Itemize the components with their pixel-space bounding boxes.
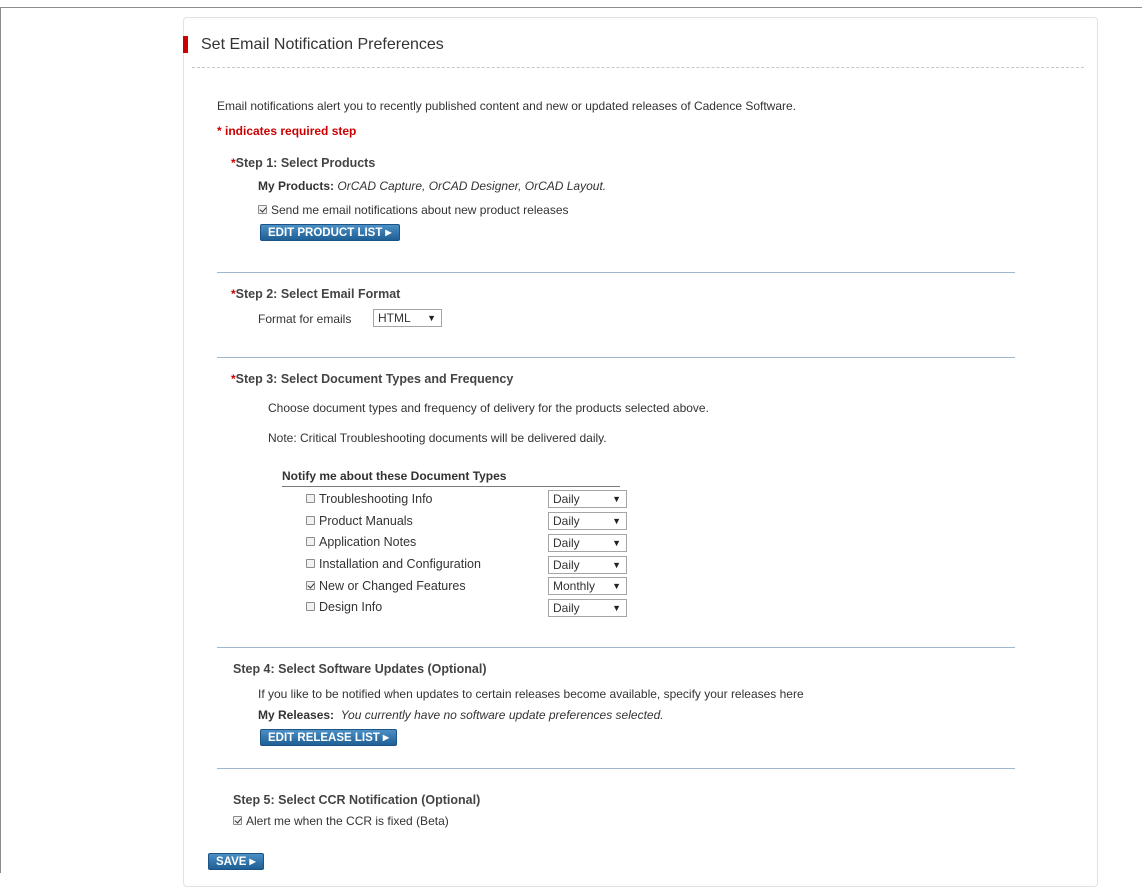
step-separator [217, 272, 1015, 273]
my-releases-label: My Releases: [258, 708, 335, 722]
caret-down-icon: ▼ [427, 313, 436, 323]
ccr-alert-checkbox-label: Alert me when the CCR is fixed (Beta) [246, 814, 449, 828]
step-separator [217, 357, 1015, 358]
required-note: * indicates required step [217, 124, 357, 138]
triangle-right-icon: ▶ [249, 857, 256, 866]
edit-release-list-label: EDIT RELEASE LIST [268, 732, 380, 744]
ccr-alert-checkbox[interactable] [233, 816, 242, 826]
doc-types-table-header: Notify me about these Document Types [282, 469, 620, 487]
doc-type-checkbox[interactable] [306, 516, 315, 526]
edit-product-list-label: EDIT PRODUCT LIST [268, 227, 383, 239]
title-accent-bar [183, 36, 188, 53]
caret-down-icon: ▼ [612, 538, 621, 548]
caret-down-icon: ▼ [612, 581, 621, 591]
doc-type-row[interactable]: Troubleshooting Info [306, 492, 433, 506]
frequency-value: Daily [553, 601, 580, 615]
doc-type-label: Application Notes [319, 535, 417, 549]
product-release-checkbox-label: Send me email notifications about new pr… [271, 203, 569, 217]
step4-description: If you like to be notified when updates … [258, 687, 804, 701]
doc-type-label: New or Changed Features [319, 579, 466, 593]
doc-type-checkbox[interactable] [306, 559, 315, 569]
product-release-checkbox[interactable] [258, 205, 267, 215]
doc-type-checkbox[interactable] [306, 537, 315, 547]
title-divider [192, 67, 1084, 68]
doc-type-row[interactable]: Installation and Configuration [306, 557, 481, 571]
doc-type-row[interactable]: Design Info [306, 600, 382, 614]
frequency-select[interactable]: Daily ▼ [548, 512, 627, 530]
my-products-value: OrCAD Capture, OrCAD Designer, OrCAD Lay… [337, 179, 607, 193]
save-button[interactable]: SAVE ▶ [208, 853, 264, 870]
frequency-value: Daily [553, 492, 580, 506]
frequency-value: Daily [553, 558, 580, 572]
step1-title: Step 1: Select Products [235, 156, 376, 170]
my-products: My Products: OrCAD Capture, OrCAD Design… [258, 179, 606, 193]
step1-heading: *Step 1: Select Products [231, 156, 375, 170]
doc-type-label: Product Manuals [319, 514, 413, 528]
doc-type-label: Design Info [319, 600, 383, 614]
caret-down-icon: ▼ [612, 603, 621, 613]
edit-release-list-button[interactable]: EDIT RELEASE LIST ▶ [260, 729, 397, 746]
step-separator [217, 647, 1015, 648]
frequency-select[interactable]: Daily ▼ [548, 599, 627, 617]
step2-heading: *Step 2: Select Email Format [231, 287, 400, 301]
step3-note: Note: Critical Troubleshooting documents… [268, 431, 607, 445]
my-products-label: My Products: [258, 179, 335, 193]
doc-type-checkbox[interactable] [306, 602, 315, 612]
frequency-value: Monthly [553, 579, 596, 593]
my-releases-value: You currently have no software update pr… [340, 708, 664, 722]
page-title: Set Email Notification Preferences [183, 36, 444, 56]
product-release-notify-row[interactable]: Send me email notifications about new pr… [258, 203, 569, 217]
frequency-value: Daily [553, 536, 580, 550]
step2-title: Step 2: Select Email Format [235, 287, 401, 301]
doc-type-label: Installation and Configuration [319, 557, 481, 571]
step3-heading: *Step 3: Select Document Types and Frequ… [231, 372, 513, 386]
save-label: SAVE [216, 856, 247, 868]
step-separator [217, 768, 1015, 769]
frequency-select[interactable]: Daily ▼ [548, 556, 627, 574]
doc-type-row[interactable]: Application Notes [306, 535, 416, 549]
frequency-select[interactable]: Daily ▼ [548, 534, 627, 552]
email-format-select[interactable]: HTML ▼ [373, 309, 442, 327]
caret-down-icon: ▼ [612, 516, 621, 526]
intro-text: Email notifications alert you to recentl… [217, 99, 797, 113]
frequency-select[interactable]: Monthly ▼ [548, 577, 627, 595]
step5-title: Step 5: Select CCR Notification (Optiona… [233, 793, 481, 807]
doc-type-label: Troubleshooting Info [319, 492, 433, 506]
my-releases: My Releases: You currently have no softw… [258, 708, 664, 722]
step3-description: Choose document types and frequency of d… [268, 401, 709, 415]
step3-title: Step 3: Select Document Types and Freque… [235, 372, 514, 386]
doc-type-row[interactable]: Product Manuals [306, 514, 413, 528]
edit-product-list-button[interactable]: EDIT PRODUCT LIST ▶ [260, 224, 400, 241]
step4-title: Step 4: Select Software Updates (Optiona… [233, 662, 487, 676]
preferences-panel [183, 17, 1098, 887]
doc-type-checkbox[interactable] [306, 581, 315, 591]
ccr-alert-row[interactable]: Alert me when the CCR is fixed (Beta) [233, 814, 449, 828]
format-label: Format for emails [258, 312, 352, 326]
triangle-right-icon: ▶ [385, 228, 392, 237]
page-title-text: Set Email Notification Preferences [201, 36, 444, 53]
frequency-select[interactable]: Daily ▼ [548, 490, 627, 508]
triangle-right-icon: ▶ [382, 733, 389, 742]
email-format-value: HTML [378, 311, 411, 325]
frequency-value: Daily [553, 514, 580, 528]
caret-down-icon: ▼ [612, 494, 621, 504]
doc-type-row[interactable]: New or Changed Features [306, 579, 466, 593]
caret-down-icon: ▼ [612, 560, 621, 570]
doc-type-checkbox[interactable] [306, 494, 315, 504]
